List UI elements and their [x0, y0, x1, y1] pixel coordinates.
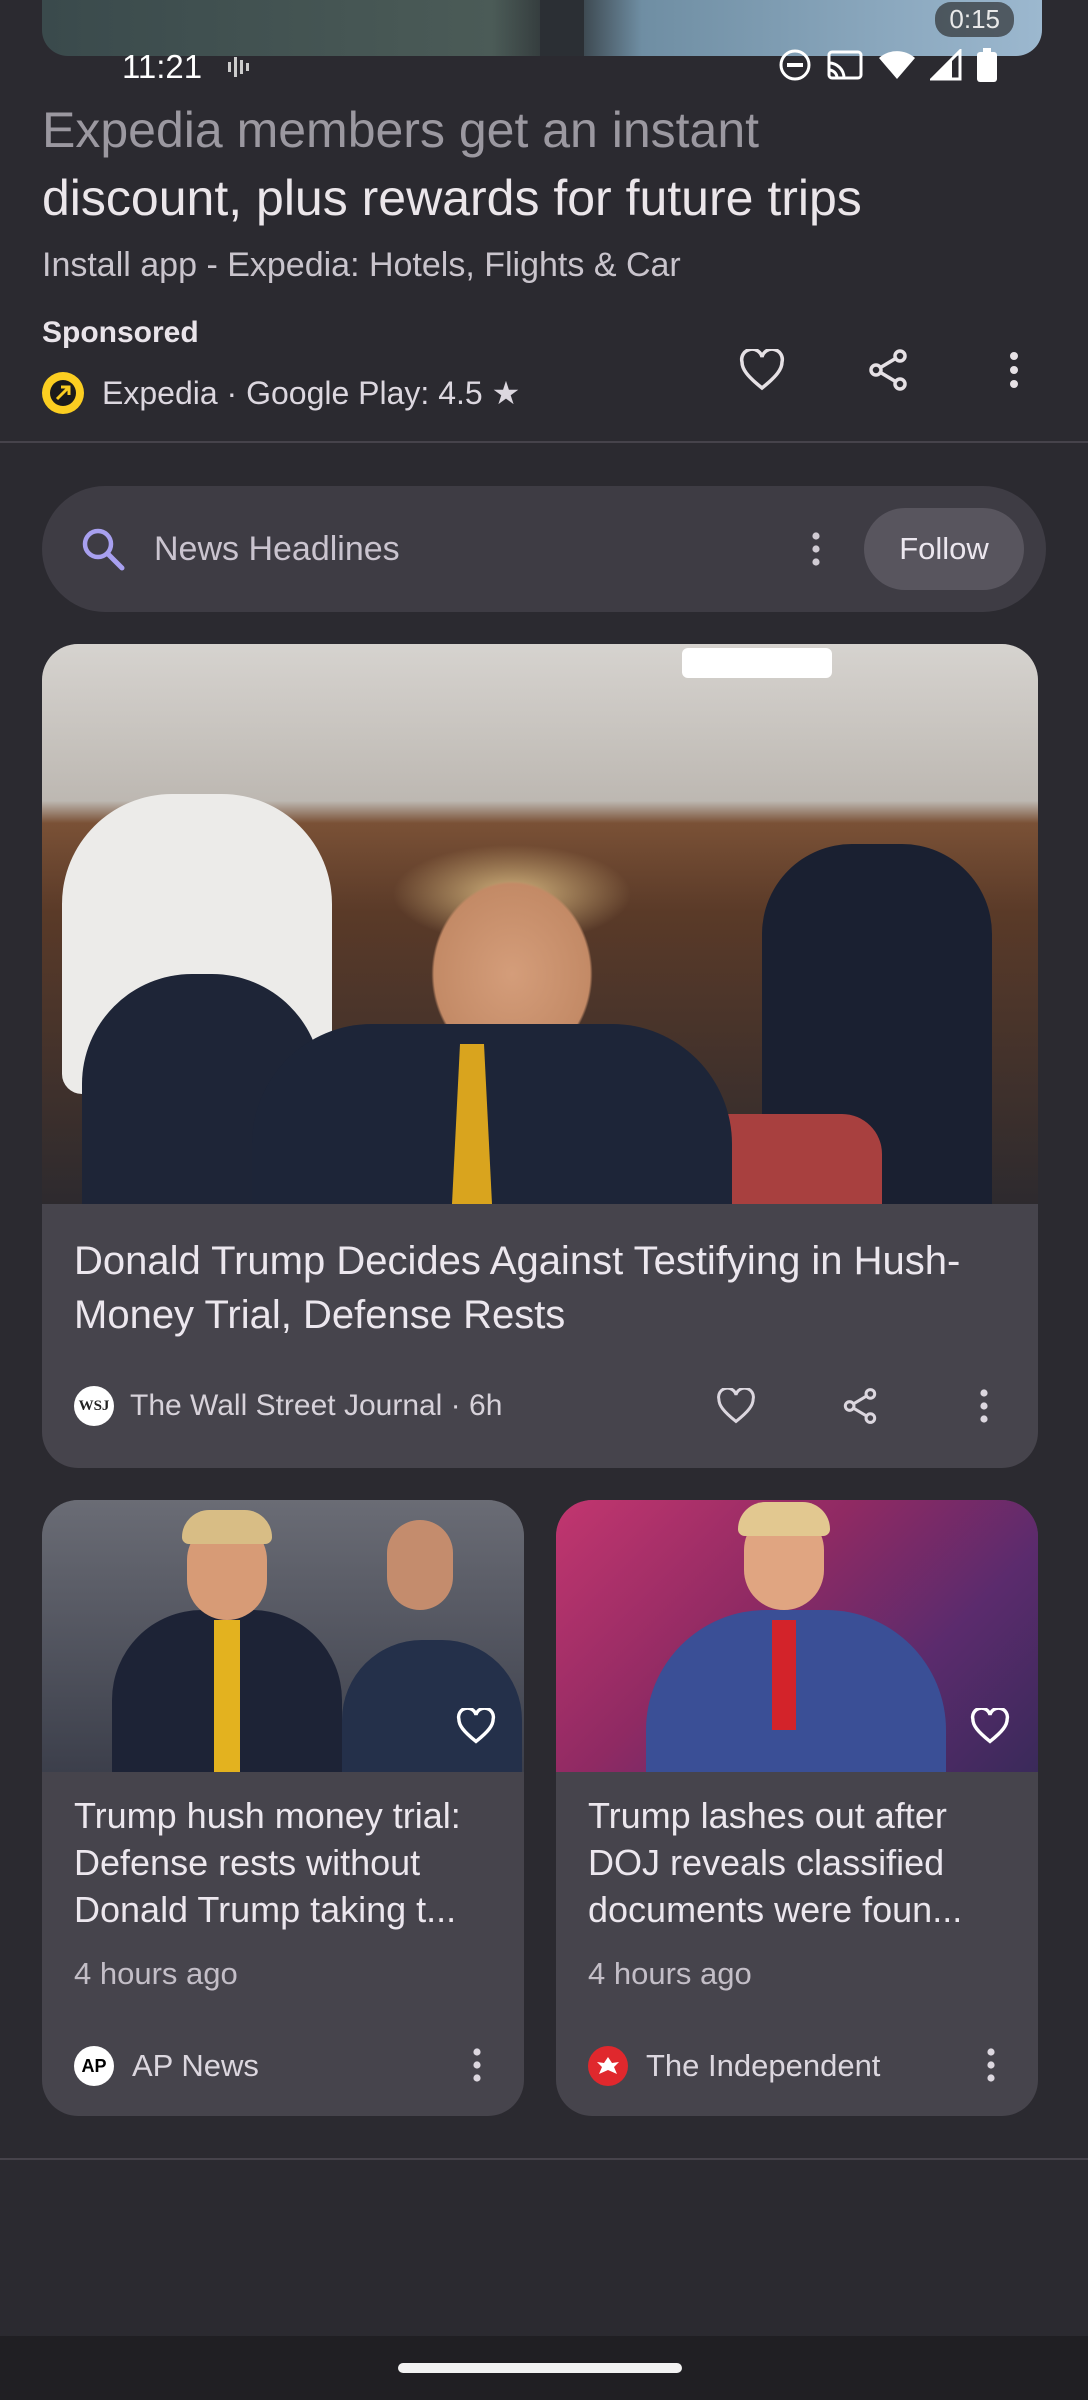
- signal-icon: [930, 49, 962, 81]
- story-card[interactable]: Trump lashes out after DOJ reveals class…: [556, 1500, 1038, 2116]
- more-options-icon[interactable]: [950, 1372, 1018, 1440]
- ad-title-line1: Expedia members get an instant: [42, 102, 760, 158]
- do-not-disturb-icon: [779, 49, 811, 81]
- story-source: The Independent: [588, 2046, 880, 2086]
- ad-title-line2: discount, plus rewards for future trips: [42, 170, 862, 226]
- expedia-logo-icon: [42, 372, 84, 414]
- ad-title[interactable]: Expedia members get an instant discount,…: [42, 96, 1052, 232]
- story-title: Trump hush money trial: Defense rests wi…: [74, 1795, 461, 1930]
- story-source-text: The Independent: [646, 2048, 881, 2083]
- wifi-icon: [879, 51, 915, 79]
- topic-search-bar[interactable]: News Headlines Follow: [42, 486, 1046, 612]
- feature-story-actions: [702, 1372, 1018, 1440]
- vibrate-icon: [226, 54, 254, 87]
- video-duration: 0:15: [935, 2, 1014, 37]
- wsj-logo-icon: WSJ: [74, 1386, 114, 1426]
- heart-icon[interactable]: [960, 1696, 1020, 1756]
- ap-news-logo-icon: AP: [74, 2046, 114, 2086]
- feature-story-source-text: The Wall Street Journal · 6h: [130, 1389, 503, 1422]
- battery-icon: [977, 48, 997, 82]
- story-source-text: AP News: [132, 2048, 259, 2083]
- ad-source-text: Expedia · Google Play: 4.5 ★: [102, 375, 521, 411]
- more-options-icon[interactable]: [452, 2040, 502, 2090]
- ad-source: Expedia · Google Play: 4.5 ★: [42, 372, 520, 414]
- more-options-icon[interactable]: [966, 2040, 1016, 2090]
- cast-icon: [827, 50, 863, 80]
- ad-subtitle: Install app - Expedia: Hotels, Flights &…: [42, 246, 681, 284]
- feature-story-title: Donald Trump Decides Against Testifying …: [74, 1239, 961, 1337]
- story-time: 4 hours ago: [74, 1956, 238, 1991]
- heart-icon[interactable]: [728, 336, 796, 404]
- feature-story-image: [42, 644, 1038, 1204]
- search-icon: [82, 528, 125, 571]
- search-query[interactable]: News Headlines: [154, 530, 786, 569]
- feature-story-card[interactable]: Donald Trump Decides Against Testifying …: [42, 644, 1038, 1468]
- independent-logo-icon: [588, 2046, 628, 2086]
- feature-story-source: WSJ The Wall Street Journal · 6h: [74, 1386, 502, 1426]
- video-divider: [540, 0, 584, 56]
- status-time: 11:21: [122, 48, 203, 85]
- home-gesture-handle[interactable]: [398, 2363, 682, 2373]
- sponsored-label: Sponsored: [42, 316, 199, 349]
- story-image: [556, 1500, 1038, 1772]
- ad-actions: [728, 336, 1048, 404]
- heart-icon[interactable]: [702, 1372, 770, 1440]
- story-image: [42, 1500, 524, 1772]
- follow-button[interactable]: Follow: [864, 508, 1024, 590]
- more-options-icon[interactable]: [980, 336, 1048, 404]
- story-source: AP AP News: [74, 2046, 259, 2086]
- share-icon[interactable]: [854, 336, 922, 404]
- heart-icon[interactable]: [446, 1696, 506, 1756]
- divider: [0, 2158, 1088, 2160]
- share-icon[interactable]: [826, 1372, 894, 1440]
- status-icons: [778, 48, 998, 82]
- story-time: 4 hours ago: [588, 1956, 752, 1991]
- divider: [0, 441, 1088, 443]
- story-card[interactable]: Trump hush money trial: Defense rests wi…: [42, 1500, 524, 2116]
- story-title: Trump lashes out after DOJ reveals class…: [588, 1795, 963, 1930]
- more-options-icon[interactable]: [786, 519, 846, 579]
